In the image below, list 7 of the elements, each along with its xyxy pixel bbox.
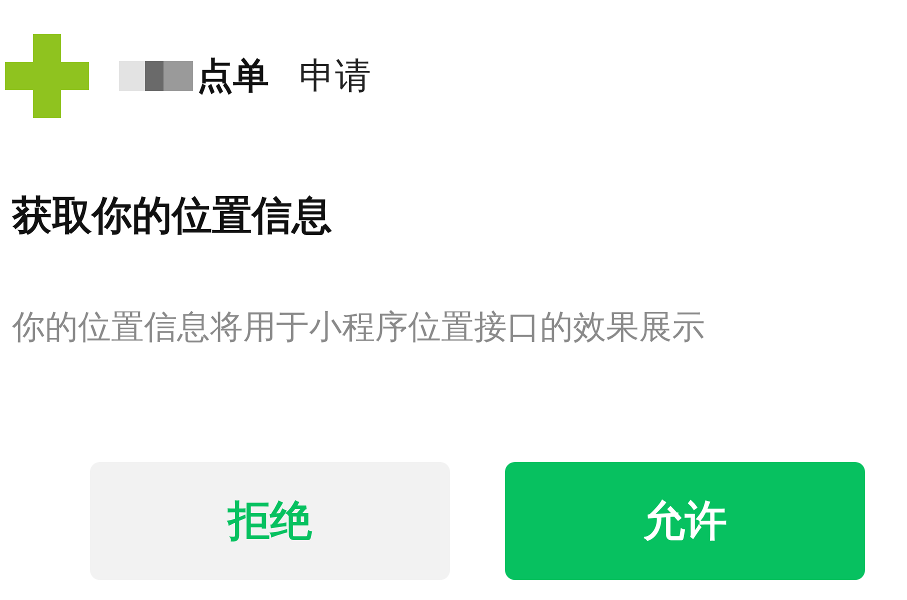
plus-logo-icon <box>5 34 89 118</box>
deny-button[interactable]: 拒绝 <box>90 462 450 580</box>
dialog-description: 你的位置信息将用于小程序位置接口的效果展示 <box>12 306 706 348</box>
request-label: 申请 <box>299 54 371 98</box>
allow-button[interactable]: 允许 <box>505 462 865 580</box>
app-name: 点单 <box>197 54 269 98</box>
dialog-title: 获取你的位置信息 <box>12 192 333 241</box>
